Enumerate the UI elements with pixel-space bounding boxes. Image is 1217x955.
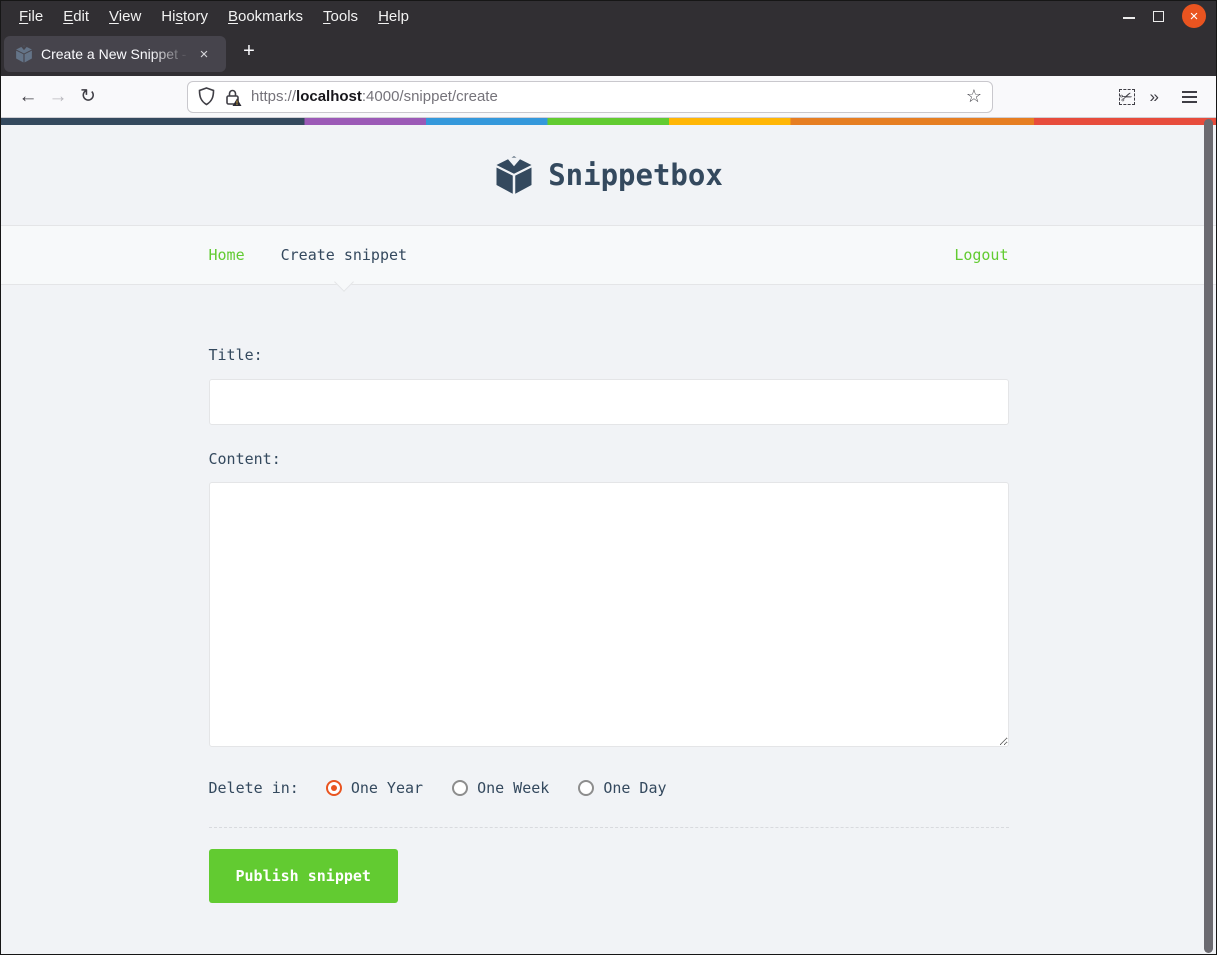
close-icon: ×: [1189, 7, 1199, 25]
screenshot-icon[interactable]: ✂: [1114, 84, 1140, 110]
menu-file[interactable]: File: [9, 5, 53, 28]
content-textarea[interactable]: [208, 482, 1009, 747]
tab-title: Create a New Snippet - Sn: [41, 46, 193, 62]
radio-selected-icon: [325, 780, 342, 796]
new-tab-button[interactable]: +: [234, 37, 264, 67]
expires-label: Delete in:: [208, 779, 299, 797]
menu-edit[interactable]: Edit: [53, 5, 99, 28]
menu-help[interactable]: Help: [368, 5, 419, 28]
url-text: https://localhost:4000/snippet/create: [251, 88, 498, 105]
tab-create-snippet[interactable]: Create a New Snippet - Sn ×: [4, 36, 226, 72]
radio-unselected-icon: [452, 780, 469, 796]
browser-window: File Edit View History Bookmarks Tools H…: [0, 0, 1217, 955]
radio-unselected-icon: [578, 780, 595, 796]
window-controls: ×: [1123, 4, 1216, 28]
page-content: Snippetbox Home Create snippet Logout Ti…: [1, 118, 1216, 954]
menu-view[interactable]: View: [99, 5, 151, 28]
snippetbox-logo-icon: [496, 156, 532, 194]
overflow-chevron-icon[interactable]: »: [1140, 87, 1168, 107]
site-title[interactable]: Snippetbox: [548, 158, 723, 192]
tab-bar: Create a New Snippet - Sn × +: [1, 31, 1216, 76]
tracking-shield-icon[interactable]: [198, 87, 215, 106]
svg-text:!: !: [236, 101, 238, 106]
minimize-button[interactable]: [1123, 11, 1135, 21]
back-icon[interactable]: ←: [13, 82, 43, 112]
hamburger-menu-icon[interactable]: [1174, 82, 1204, 112]
close-window-button[interactable]: ×: [1182, 4, 1206, 28]
radio-one-week[interactable]: One Week: [452, 779, 549, 797]
menu-bookmarks[interactable]: Bookmarks: [218, 5, 313, 28]
menu-history[interactable]: History: [151, 5, 218, 28]
forward-icon[interactable]: →: [43, 82, 73, 112]
title-label: Title:: [208, 346, 263, 364]
menubar: File Edit View History Bookmarks Tools H…: [1, 5, 419, 28]
form-divider: [208, 827, 1009, 828]
content-label: Content:: [208, 450, 281, 468]
reload-icon[interactable]: ↻: [73, 82, 103, 112]
nav-create-snippet-active: Create snippet: [281, 246, 407, 292]
url-bar[interactable]: ! https://localhost:4000/snippet/create …: [187, 80, 993, 113]
connection-lock-warning-icon[interactable]: !: [224, 88, 242, 106]
header-color-stripe: [1, 118, 1216, 125]
site-nav: Home Create snippet Logout: [1, 225, 1216, 292]
publish-snippet-button[interactable]: Publish snippet: [208, 849, 398, 903]
maximize-button[interactable]: [1153, 10, 1164, 22]
menu-tools[interactable]: Tools: [313, 5, 368, 28]
titlebar: File Edit View History Bookmarks Tools H…: [1, 1, 1216, 31]
snippetbox-favicon-icon: [16, 45, 32, 63]
navigation-toolbar: ← → ↻ ! https://localhost:4000/snippet/c…: [1, 76, 1216, 118]
radio-one-year[interactable]: One Year: [325, 779, 423, 797]
nav-home-link[interactable]: Home: [209, 246, 245, 264]
create-snippet-form: Title: Content: Delete in: One Year One …: [208, 285, 1009, 903]
radio-one-day[interactable]: One Day: [578, 779, 667, 797]
title-input[interactable]: [208, 379, 1009, 425]
page-scrollbar[interactable]: [1204, 119, 1213, 953]
bookmark-star-icon[interactable]: ☆: [964, 86, 984, 107]
expires-options-row: Delete in: One Year One Week One Day: [209, 779, 1009, 797]
site-header: Snippetbox: [1, 125, 1216, 225]
tab-close-icon[interactable]: ×: [193, 43, 215, 65]
nav-logout-link[interactable]: Logout: [954, 246, 1008, 264]
